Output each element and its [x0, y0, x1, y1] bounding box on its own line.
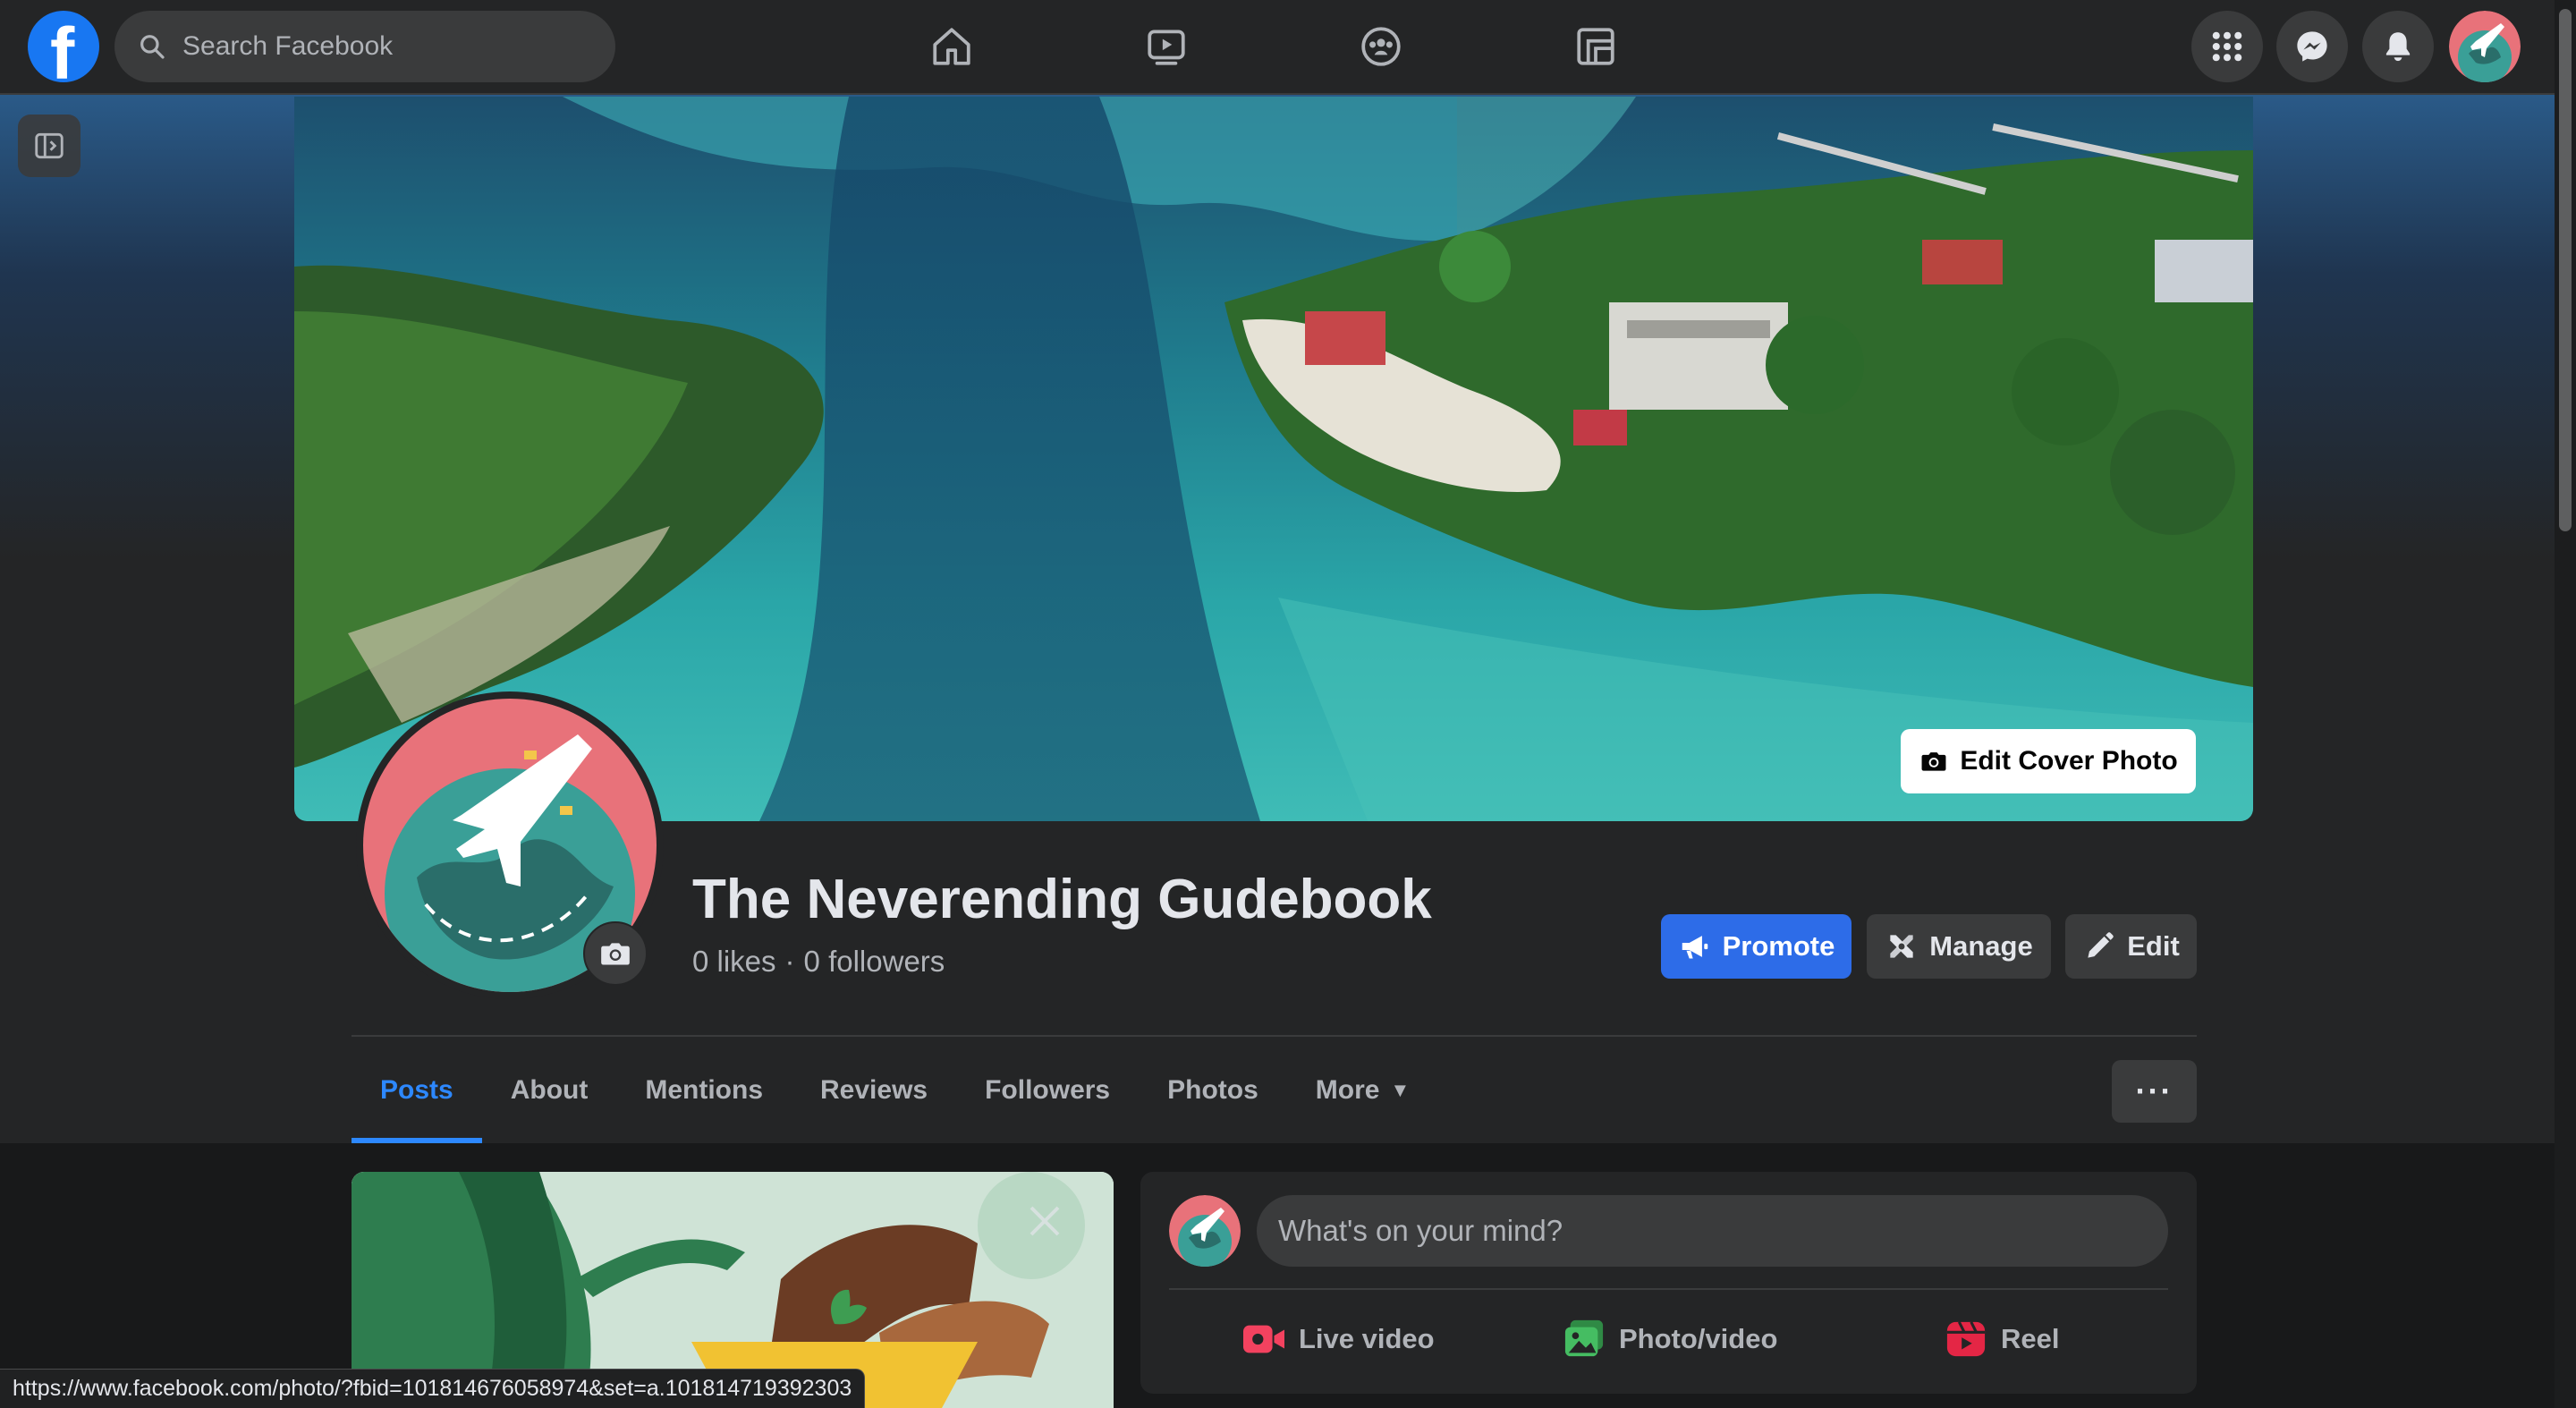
search-input[interactable]: [182, 31, 576, 62]
photo-video-icon: [1564, 1319, 1604, 1357]
manage-label: Manage: [1929, 930, 2033, 962]
tools-icon: [1890, 935, 1913, 958]
top-navigation-bar: f: [0, 0, 2555, 95]
post-composer: What's on your mind? Live video Photo/vi…: [1140, 1172, 2197, 1394]
photo-video-label: Photo/video: [1619, 1323, 1778, 1354]
more-dots-icon: ···: [2135, 1073, 2174, 1109]
status-url-text: https://www.facebook.com/photo/?fbid=101…: [13, 1376, 852, 1401]
tab-about[interactable]: About: [482, 1038, 617, 1143]
watch-icon[interactable]: [1140, 20, 1193, 73]
tab-label: Reviews: [820, 1075, 928, 1105]
promote-button[interactable]: Promote: [1661, 914, 1852, 979]
edit-label: Edit: [2127, 930, 2180, 962]
facebook-logo-letter: f: [50, 13, 75, 83]
live-video-icon: [1243, 1325, 1284, 1353]
reel-icon: [1946, 1321, 1986, 1357]
tab-label: Mentions: [645, 1075, 764, 1105]
tab-mentions[interactable]: Mentions: [616, 1038, 792, 1143]
promote-label: Promote: [1722, 930, 1835, 962]
whats-on-your-mind-input[interactable]: What's on your mind?: [1257, 1195, 2168, 1267]
search-icon: [140, 35, 165, 59]
followers-count[interactable]: 0 followers: [804, 945, 945, 978]
update-profile-picture-button[interactable]: [583, 921, 648, 986]
messenger-icon[interactable]: [2276, 11, 2348, 82]
groups-icon[interactable]: [1354, 20, 1408, 73]
caret-down-icon: ▼: [1390, 1079, 1411, 1101]
tab-posts[interactable]: Posts: [352, 1038, 482, 1143]
tab-label: Followers: [985, 1075, 1111, 1105]
page-stats: 0 likes · 0 followers: [692, 945, 945, 979]
tab-label: More: [1315, 1075, 1380, 1105]
gaming-icon[interactable]: [1569, 20, 1623, 73]
composer-avatar[interactable]: [1169, 1195, 1241, 1267]
tab-more[interactable]: More ▼: [1287, 1038, 1438, 1143]
manage-button[interactable]: Manage: [1867, 914, 2051, 979]
notifications-bell-icon[interactable]: [2362, 11, 2434, 82]
camera-icon: [1921, 752, 1946, 771]
tab-label: About: [510, 1075, 589, 1105]
sidebar-panel-icon: [35, 132, 64, 159]
likes-count[interactable]: 0 likes: [692, 945, 776, 978]
page-tabs: Posts About Mentions Reviews Followers P…: [352, 1038, 1438, 1143]
edit-page-button[interactable]: Edit: [2065, 914, 2197, 979]
live-video-button[interactable]: Live video: [1241, 1306, 1435, 1372]
tab-label: Posts: [380, 1075, 453, 1105]
account-avatar[interactable]: [2449, 11, 2521, 82]
sidebar-toggle-button[interactable]: [18, 115, 80, 177]
camera-icon: [601, 943, 630, 965]
megaphone-icon: [1682, 936, 1707, 959]
facebook-logo[interactable]: f: [28, 11, 99, 82]
edit-cover-photo-button[interactable]: Edit Cover Photo: [1901, 729, 2196, 793]
live-video-label: Live video: [1299, 1323, 1435, 1354]
photo-video-button[interactable]: Photo/video: [1562, 1306, 1777, 1372]
page-scrollbar[interactable]: [2555, 0, 2576, 1408]
scrollbar-thumb[interactable]: [2559, 9, 2572, 531]
menu-grid-icon[interactable]: [2191, 11, 2263, 82]
tab-label: Photos: [1167, 1075, 1258, 1105]
stats-separator: ·: [784, 945, 795, 978]
page-title: The Neverending Gudebook: [692, 869, 1432, 930]
composer-divider: [1169, 1288, 2168, 1290]
pencil-icon: [2088, 932, 2114, 958]
header-divider: [352, 1035, 2197, 1037]
reel-label: Reel: [2001, 1323, 2060, 1354]
composer-placeholder: What's on your mind?: [1278, 1214, 1563, 1247]
home-icon[interactable]: [925, 20, 979, 73]
tab-reviews[interactable]: Reviews: [792, 1038, 956, 1143]
tab-photos[interactable]: Photos: [1139, 1038, 1287, 1143]
reel-button[interactable]: Reel: [1944, 1306, 2059, 1372]
more-options-button[interactable]: ···: [2112, 1060, 2197, 1123]
link-hover-status-bar: https://www.facebook.com/photo/?fbid=101…: [0, 1369, 866, 1408]
edit-cover-photo-label: Edit Cover Photo: [1960, 746, 2178, 776]
tab-followers[interactable]: Followers: [956, 1038, 1139, 1143]
search-box[interactable]: [114, 11, 615, 82]
